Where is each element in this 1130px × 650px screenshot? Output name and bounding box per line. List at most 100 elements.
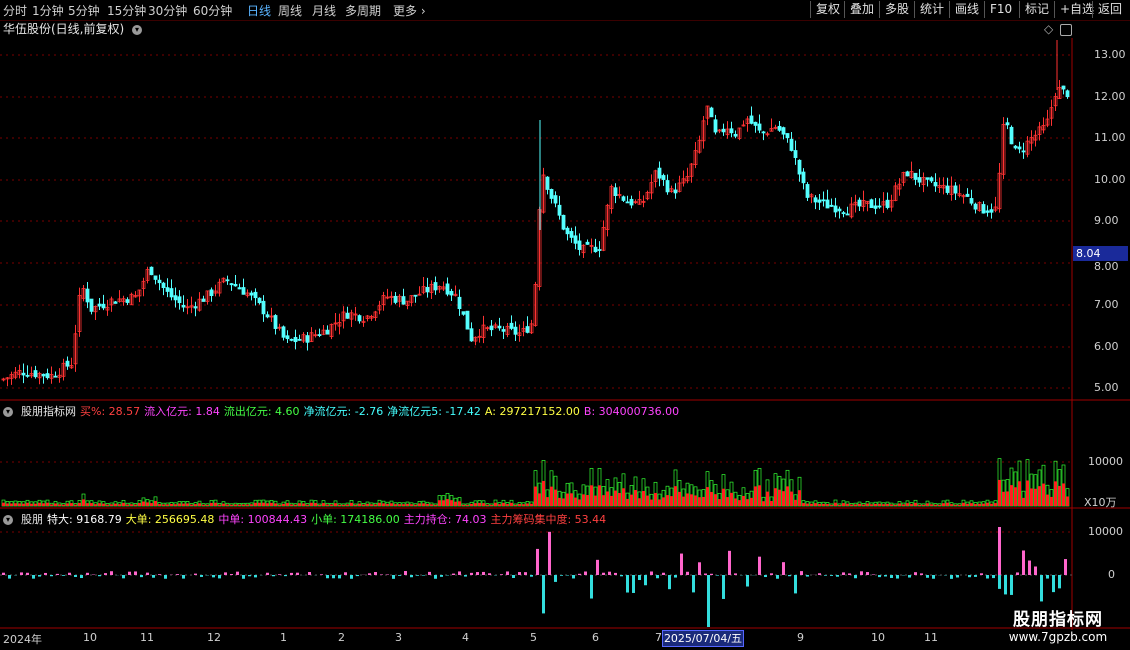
candle-body (721, 128, 726, 133)
volume-bar-red (118, 504, 121, 506)
volume-bar-red (106, 504, 109, 506)
candle-body (929, 177, 934, 182)
flow-bar (428, 571, 431, 575)
volume-bar-red (210, 502, 213, 506)
flow-bar (992, 575, 995, 579)
volume-bar-red (894, 504, 897, 506)
volume-bar-red (266, 503, 269, 506)
candle-body (469, 328, 474, 342)
volume-bar-red (66, 503, 69, 506)
candle-body (393, 295, 398, 303)
volume-bar-red (310, 502, 313, 506)
volume-bar-red (498, 504, 501, 506)
candle-body (789, 138, 794, 151)
flow-bar (338, 575, 341, 579)
candle-body (249, 292, 254, 296)
flow-bar (272, 575, 275, 577)
flow-bar (722, 575, 725, 599)
volume-bar-red (698, 497, 701, 506)
volume-bar-red (558, 497, 561, 506)
volume-bar-red (726, 497, 729, 506)
volume-bar-red (38, 502, 41, 506)
volume-bar-red (910, 504, 913, 506)
flow-bar (326, 575, 329, 579)
flow-bar (764, 575, 767, 578)
volume-bar-red (822, 503, 825, 506)
volume-bar-red (794, 499, 797, 506)
volume-bar-red (538, 493, 541, 506)
candle-body (629, 198, 634, 206)
volume-bar-red (522, 504, 525, 506)
volume-bar-red (790, 491, 793, 506)
flow-bar (572, 575, 575, 579)
volume-bar-red (174, 504, 177, 506)
indicator-value: B: 304000736.00 (583, 405, 680, 418)
flow-bar (152, 575, 155, 578)
volume-bar-red (862, 504, 865, 506)
volume-bar-red (678, 491, 681, 506)
volume-bar-red (434, 504, 437, 506)
volume-bar-red (842, 503, 845, 506)
flow-bar (584, 571, 587, 575)
candle-body (837, 208, 842, 212)
flow-bar (194, 573, 197, 575)
candle-body (777, 125, 782, 131)
volume-bar-red (574, 497, 577, 506)
volume-bar-red (30, 503, 33, 506)
candle-body (985, 210, 990, 213)
candle-body (65, 360, 70, 367)
chevron-down-icon[interactable]: ▾ (3, 515, 13, 525)
candle-body (613, 187, 618, 197)
chevron-down-icon[interactable]: ▾ (3, 407, 13, 417)
candle-body (845, 213, 850, 216)
volume-bar-red (958, 504, 961, 506)
flow-bar (728, 550, 731, 575)
candle-body (457, 296, 462, 310)
volume-bar-red (470, 503, 473, 506)
flow-bar (788, 575, 791, 577)
volume-bar-red (914, 502, 917, 506)
flow-bar (530, 575, 533, 577)
volume-bar-red (182, 503, 185, 506)
volume-bar-red (450, 500, 453, 506)
volume-bar-red (510, 502, 513, 506)
date-tick: 6 (592, 631, 599, 644)
volume-bar-red (322, 503, 325, 506)
volume-bar-red (630, 494, 633, 506)
candle-body (201, 298, 206, 302)
volume-bar-red (934, 504, 937, 506)
kline-chart[interactable] (0, 0, 1130, 650)
volume-bar-red (1050, 496, 1053, 506)
volume-bar-red (382, 503, 385, 506)
candle-body (489, 325, 494, 331)
candle-body (465, 310, 470, 330)
indicator-value: 流出亿元: 4.60 (223, 405, 300, 418)
flow-bar (38, 575, 41, 577)
candle-body (597, 249, 602, 251)
volume-bar-red (478, 503, 481, 506)
candle-body (885, 199, 890, 208)
volume-bar-red (142, 501, 145, 506)
candle-body (561, 214, 566, 230)
flow-bar (848, 573, 851, 575)
candle-body (285, 335, 290, 340)
flow-bar (434, 575, 437, 579)
flow-bar (344, 572, 347, 575)
candle-body (225, 279, 230, 282)
volume-bar-red (906, 503, 909, 506)
flow-bar (26, 572, 29, 575)
flow-bar (626, 575, 629, 593)
volume-bar-red (446, 499, 449, 506)
flow-bar (596, 559, 599, 575)
volume-bar-red (762, 501, 765, 506)
volume-bar-red (206, 504, 209, 506)
indicator-value: 小单: 174186.00 (311, 513, 400, 526)
volume-bar-red (342, 504, 345, 506)
volume-bar-red (1006, 491, 1009, 506)
volume-bar-red (690, 494, 693, 506)
volume-bar-red (110, 504, 113, 506)
flow-bar (926, 575, 929, 578)
date-tick: 12 (207, 631, 221, 644)
volume-bar-red (798, 490, 801, 506)
indicator2-legend: ▾ 股朋 特大: 9168.79 大单: 256695.48 中单: 100844.43… (0, 511, 610, 527)
